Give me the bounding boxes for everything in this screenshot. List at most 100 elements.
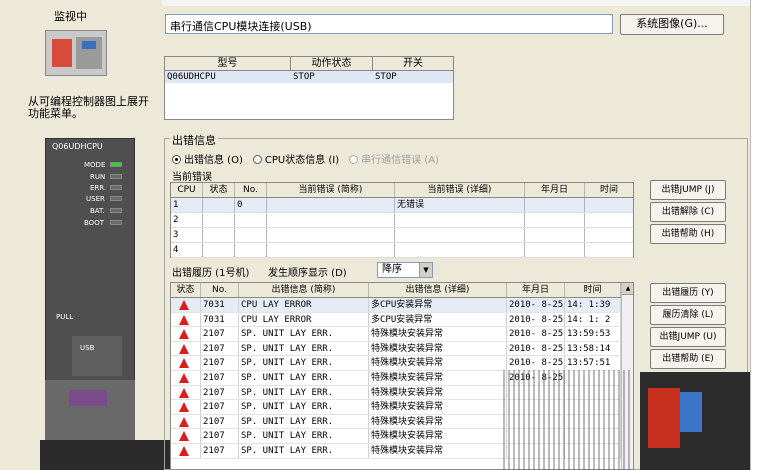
led-label-run: RUN: [90, 173, 106, 181]
cell-error-detail: 多CPU安装异常: [369, 298, 507, 312]
cell-error-detail: 特殊模块安装异常: [369, 443, 507, 458]
current-error-row[interactable]: 3: [171, 228, 633, 243]
cell-cpu: 2: [171, 213, 203, 227]
cell-date: [525, 213, 585, 227]
plc-icon[interactable]: [45, 30, 107, 76]
warning-icon: [179, 431, 189, 442]
col-date: 年月日: [507, 283, 565, 297]
cell-error-short: SP. UNIT LAY ERR.: [239, 429, 369, 443]
plc-icon-red-module: [52, 39, 72, 67]
error-history-button[interactable]: 出错履历 (Y): [650, 283, 726, 303]
bat-led: [110, 208, 122, 213]
pull-label: PULL: [56, 313, 74, 321]
cell-no: 7031: [201, 298, 239, 312]
radio-error-info[interactable]: 出错信息 (O): [172, 151, 243, 166]
history-row[interactable]: 7031 CPU LAY ERROR 多CPU安装异常 2010- 8-25 14: 1…: [171, 298, 633, 313]
current-error-row[interactable]: 1 0 无错误: [171, 198, 633, 213]
warning-icon: [179, 300, 189, 310]
error-jump-button[interactable]: 出错JUMP (J): [650, 180, 726, 200]
cell-time: 13:58:14: [565, 341, 621, 356]
cell-no: [235, 243, 267, 257]
cell-time: 13:57:51: [565, 356, 621, 370]
chevron-down-icon[interactable]: ▼: [419, 263, 432, 277]
cell-status: [171, 400, 201, 414]
cell-no: 2107: [201, 414, 239, 429]
cell-status: [171, 385, 201, 400]
cell-error-short: SP. UNIT LAY ERR.: [239, 327, 369, 341]
run-led: [110, 174, 122, 179]
cell-error-short: SP. UNIT LAY ERR.: [239, 370, 369, 385]
cell-error-detail: 特殊模块安装异常: [369, 429, 507, 443]
cell-error-short: CPU LAY ERROR: [239, 298, 369, 312]
radio-serial-comm-error: 串行通信错误 (A): [349, 151, 439, 166]
cell-operation-status: STOP: [293, 72, 315, 82]
cell-date: [525, 198, 585, 212]
current-error-row[interactable]: 4: [171, 243, 633, 258]
display-order-label: 发生顺序显示 (D): [268, 268, 347, 279]
cell-status: [171, 312, 201, 327]
cell-status: [171, 327, 201, 341]
cell-error-short: [267, 243, 395, 257]
cell-cpu: 3: [171, 228, 203, 242]
error-info-group-title: 出错信息: [170, 132, 218, 148]
cell-no: 0: [235, 198, 267, 212]
error-clear-button[interactable]: 出错解除 (C): [650, 202, 726, 222]
cell-error-short: SP. UNIT LAY ERR.: [239, 443, 369, 458]
err-led: [110, 185, 122, 190]
usb-label: USB: [80, 344, 95, 352]
current-error-row[interactable]: 2: [171, 213, 633, 228]
user-led: [110, 196, 122, 201]
cell-time: 14: 1:39: [565, 298, 621, 312]
col-error-short: 出错信息 (简称): [239, 283, 369, 297]
history-row[interactable]: 2107 SP. UNIT LAY ERR. 特殊模块安装异常 2010- 8-25 1…: [171, 327, 633, 342]
cell-cpu: 1: [171, 198, 203, 212]
cell-error-detail: 特殊模块安装异常: [369, 356, 507, 370]
boot-led: [110, 220, 122, 225]
header-switch: 开关: [403, 58, 423, 69]
display-order-value: 降序: [382, 264, 402, 275]
warning-icon: [179, 343, 189, 354]
warning-icon: [179, 387, 189, 398]
history-row[interactable]: 2107 SP. UNIT LAY ERR. 特殊模块安装异常 2010- 8-25 1…: [171, 341, 633, 357]
col-status: 状态: [171, 283, 201, 297]
error-help-button[interactable]: 出错帮助 (H): [650, 224, 726, 244]
cell-time: [585, 198, 633, 212]
display-order-select[interactable]: 降序 ▼: [377, 262, 433, 278]
cell-status: [171, 414, 201, 429]
plc-model-label: Q06UDHCPU: [52, 142, 103, 151]
cell-error-detail: [395, 228, 525, 242]
history-row[interactable]: 7031 CPU LAY ERROR 多CPU安装异常 2010- 8-25 14: 1…: [171, 312, 633, 328]
system-image-button[interactable]: 系统图像(G)...: [620, 14, 724, 35]
status-table-row[interactable]: Q06UDHCPU STOP STOP: [165, 71, 453, 83]
radio-error-info-dot: [172, 155, 181, 164]
col-time: 时间: [599, 185, 618, 195]
cell-error-detail: 特殊模块安装异常: [369, 400, 507, 414]
cell-error-detail: 特殊模块安装异常: [369, 385, 507, 400]
warning-icon: [179, 416, 189, 427]
cell-status: [171, 370, 201, 385]
cell-status: [171, 298, 201, 312]
radio-cpu-status[interactable]: CPU状态信息 (I): [252, 151, 339, 166]
cell-no: 2107: [201, 327, 239, 341]
error-type-radio-group: 出错信息 (O) CPU状态信息 (I) 串行通信错误 (A): [172, 151, 439, 166]
cell-date: 2010- 8-25: [509, 327, 565, 341]
led-label-boot: BOOT: [84, 219, 104, 227]
cell-model: Q06UDHCPU: [167, 72, 216, 82]
warning-icon: [179, 372, 189, 383]
cell-no: 2107: [201, 400, 239, 414]
cell-status: [171, 356, 201, 370]
cell-no: 2107: [201, 443, 239, 458]
history-error-help-button[interactable]: 出错帮助 (E): [650, 349, 726, 369]
radio-error-info-label: 出错信息 (O): [184, 155, 243, 166]
right-edge-strip: [750, 0, 758, 470]
cell-time: 14: 1: 2: [565, 312, 621, 327]
scroll-up-icon[interactable]: ▲: [622, 283, 633, 295]
history-clear-button[interactable]: 履历清除 (L): [650, 305, 726, 325]
warning-icon: [179, 314, 189, 325]
history-row[interactable]: 2107 SP. UNIT LAY ERR. 特殊模块安装异常 2010- 8-25 1…: [171, 356, 633, 371]
warning-icon: [179, 358, 189, 369]
cell-error-short: [267, 213, 395, 227]
col-cpu: CPU: [171, 183, 203, 197]
history-error-jump-button[interactable]: 出错JUMP (U): [650, 327, 726, 347]
cell-no: [235, 228, 267, 242]
